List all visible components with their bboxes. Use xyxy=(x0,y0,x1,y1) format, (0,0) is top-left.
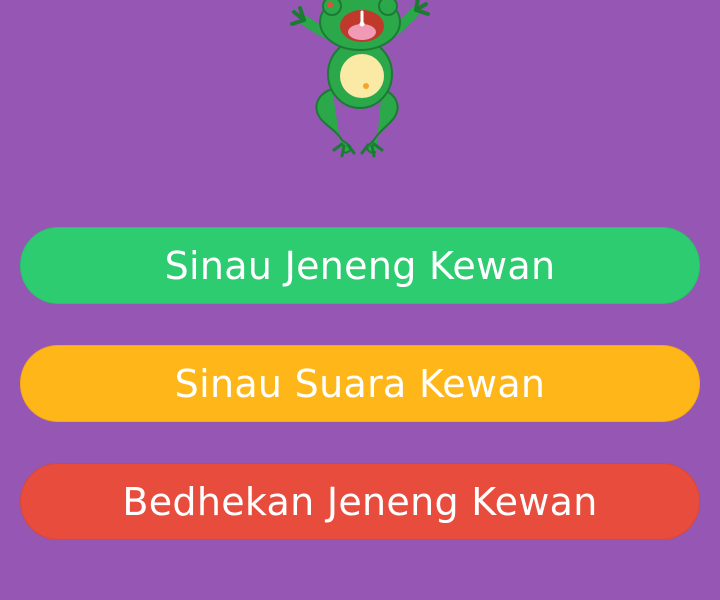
frog-mascot xyxy=(270,0,450,164)
frog-icon xyxy=(290,0,430,158)
learn-animal-names-button[interactable]: Sinau Jeneng Kewan xyxy=(20,227,700,304)
main-menu: Sinau Jeneng Kewan Sinau Suara Kewan Bed… xyxy=(20,227,700,540)
learn-animal-sounds-button[interactable]: Sinau Suara Kewan xyxy=(20,345,700,422)
guess-animal-names-button[interactable]: Bedhekan Jeneng Kewan xyxy=(20,463,700,540)
